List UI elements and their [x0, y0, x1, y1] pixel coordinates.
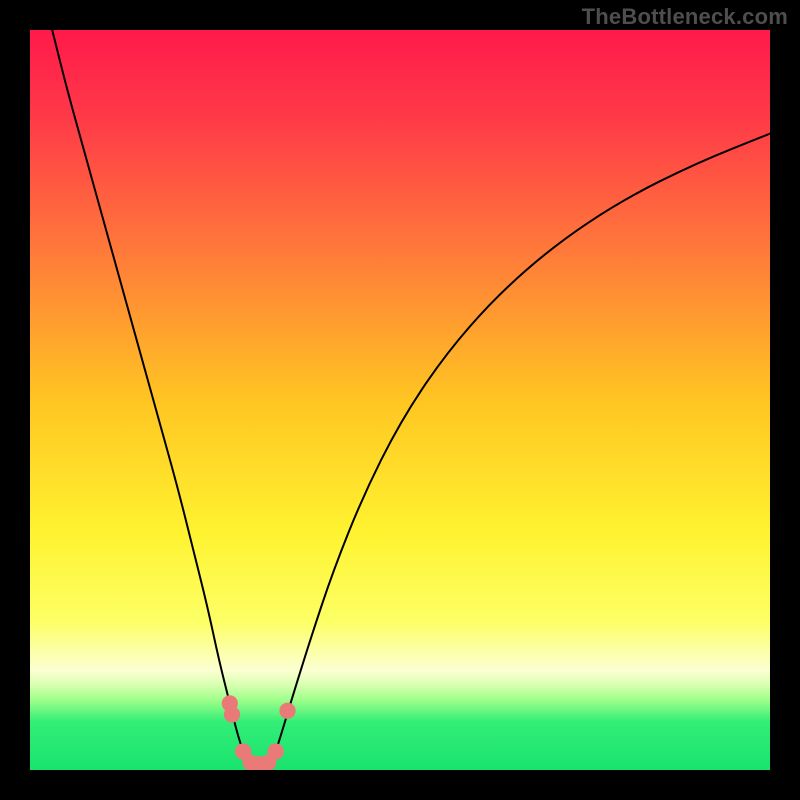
gradient-background — [30, 30, 770, 770]
bottleneck-chart — [30, 30, 770, 770]
plot-area — [30, 30, 770, 770]
marker-point — [268, 743, 284, 759]
marker-point — [279, 703, 295, 719]
marker-point — [224, 706, 240, 722]
chart-container: TheBottleneck.com — [0, 0, 800, 800]
watermark-text: TheBottleneck.com — [582, 4, 788, 30]
